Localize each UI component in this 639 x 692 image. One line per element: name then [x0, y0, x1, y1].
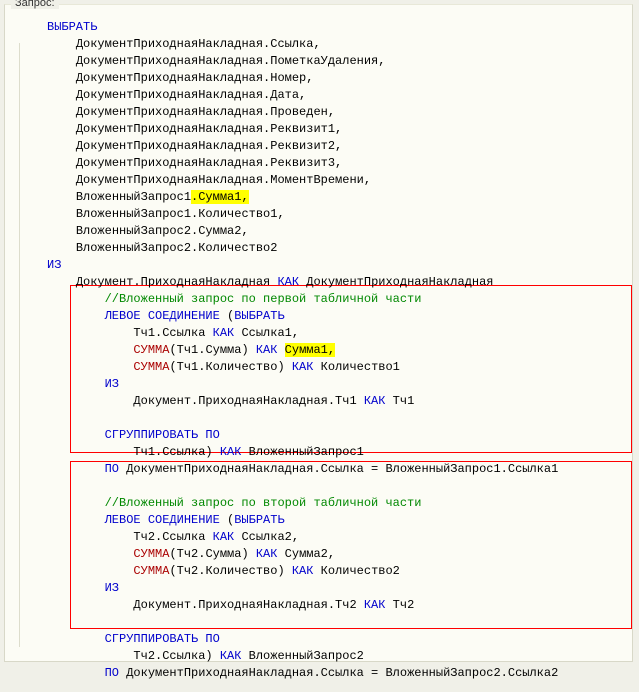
sub-from-alias: Тч2	[385, 598, 414, 612]
kw-as: КАК	[220, 649, 242, 663]
kw-as: КАК	[213, 530, 235, 544]
from-table: Документ.ПриходнаяНакладная	[76, 275, 278, 289]
field: ДокументПриходнаяНакладная.Реквизит1,	[76, 122, 342, 136]
kw-as: КАК	[220, 445, 242, 459]
grp-field: Тч2.Ссылка)	[133, 649, 219, 663]
field: ДокументПриходнаяНакладная.Реквизит3,	[76, 156, 342, 170]
fn-sum: СУММА	[133, 360, 169, 374]
sub-from-alias: Тч1	[385, 394, 414, 408]
paren: (	[220, 513, 234, 527]
kw-as: КАК	[292, 360, 314, 374]
subfield: Сумма2,	[277, 547, 335, 561]
kw-join: ЛЕВОЕ СОЕДИНЕНИЕ	[105, 513, 220, 527]
kw-from: ИЗ	[105, 377, 119, 391]
kw-groupby: СГРУППИРОВАТЬ ПО	[105, 428, 220, 442]
field: ДокументПриходнаяНакладная.Проведен,	[76, 105, 335, 119]
kw-groupby: СГРУППИРОВАТЬ ПО	[105, 632, 220, 646]
subfield: (Тч2.Количество)	[169, 564, 291, 578]
kw-on: ПО	[105, 666, 119, 680]
field: ДокументПриходнаяНакладная.Реквизит2,	[76, 139, 342, 153]
grp-alias: ВложенныйЗапрос2	[241, 649, 363, 663]
field: ДокументПриходнаяНакладная.ПометкаУдален…	[76, 54, 386, 68]
subfield: (Тч1.Сумма)	[169, 343, 255, 357]
kw-select: ВЫБРАТЬ	[47, 20, 97, 34]
kw-as: КАК	[364, 598, 386, 612]
paren: (	[220, 309, 234, 323]
grp-field: Тч1.Ссылка)	[133, 445, 219, 459]
field: ВложенныйЗапрос1.Количество1,	[76, 207, 285, 221]
subfield: Ссылка1,	[234, 326, 299, 340]
from-alias: ДокументПриходнаяНакладная	[299, 275, 493, 289]
sp	[277, 343, 284, 357]
fn-sum: СУММА	[133, 547, 169, 561]
kw-select: ВЫБРАТЬ	[234, 513, 284, 527]
subfield: Ссылка2,	[234, 530, 299, 544]
subfield: (Тч2.Сумма)	[169, 547, 255, 561]
comment: //Вложенный запрос по первой табличной ч…	[105, 292, 422, 306]
kw-from: ИЗ	[47, 258, 61, 272]
grp-alias: ВложенныйЗапрос1	[241, 445, 363, 459]
on-cond: ДокументПриходнаяНакладная.Ссылка = Влож…	[119, 462, 558, 476]
comment: //Вложенный запрос по второй табличной ч…	[105, 496, 422, 510]
kw-as: КАК	[256, 343, 278, 357]
sub-from: Документ.ПриходнаяНакладная.Тч2	[133, 598, 363, 612]
fn-sum: СУММА	[133, 564, 169, 578]
field: ДокументПриходнаяНакладная.Дата,	[76, 88, 306, 102]
subfield: Тч1.Ссылка	[133, 326, 212, 340]
subfield: Количество2	[313, 564, 399, 578]
kw-join: ЛЕВОЕ СОЕДИНЕНИЕ	[105, 309, 220, 323]
kw-from: ИЗ	[105, 581, 119, 595]
kw-as: КАК	[256, 547, 278, 561]
kw-as: КАК	[213, 326, 235, 340]
field: ДокументПриходнаяНакладная.МоментВремени…	[76, 173, 371, 187]
fn-sum: СУММА	[133, 343, 169, 357]
subfield: Тч2.Ссылка	[133, 530, 212, 544]
kw-select: ВЫБРАТЬ	[234, 309, 284, 323]
query-panel: Запрос: ВЫБРАТЬ ДокументПриходнаяНакладн…	[4, 4, 633, 662]
sub-from: Документ.ПриходнаяНакладная.Тч1	[133, 394, 363, 408]
field: ВложенныйЗапрос1	[76, 190, 191, 204]
subfield: (Тч1.Количество)	[169, 360, 291, 374]
field: ВложенныйЗапрос2.Сумма2,	[76, 224, 249, 238]
kw-as: КАК	[277, 275, 299, 289]
field: ВложенныйЗапрос2.Количество2	[76, 241, 278, 255]
field: ДокументПриходнаяНакладная.Ссылка,	[76, 37, 321, 51]
field: ДокументПриходнаяНакладная.Номер,	[76, 71, 314, 85]
highlight-text: .Сумма1,	[191, 190, 249, 204]
kw-on: ПО	[105, 462, 119, 476]
subfield: Количество1	[313, 360, 399, 374]
kw-as: КАК	[292, 564, 314, 578]
kw-as: КАК	[364, 394, 386, 408]
highlight-text: Сумма1,	[285, 343, 335, 357]
on-cond: ДокументПриходнаяНакладная.Ссылка = Влож…	[119, 666, 558, 680]
query-text[interactable]: ВЫБРАТЬ ДокументПриходнаяНакладная.Ссылк…	[5, 5, 632, 692]
